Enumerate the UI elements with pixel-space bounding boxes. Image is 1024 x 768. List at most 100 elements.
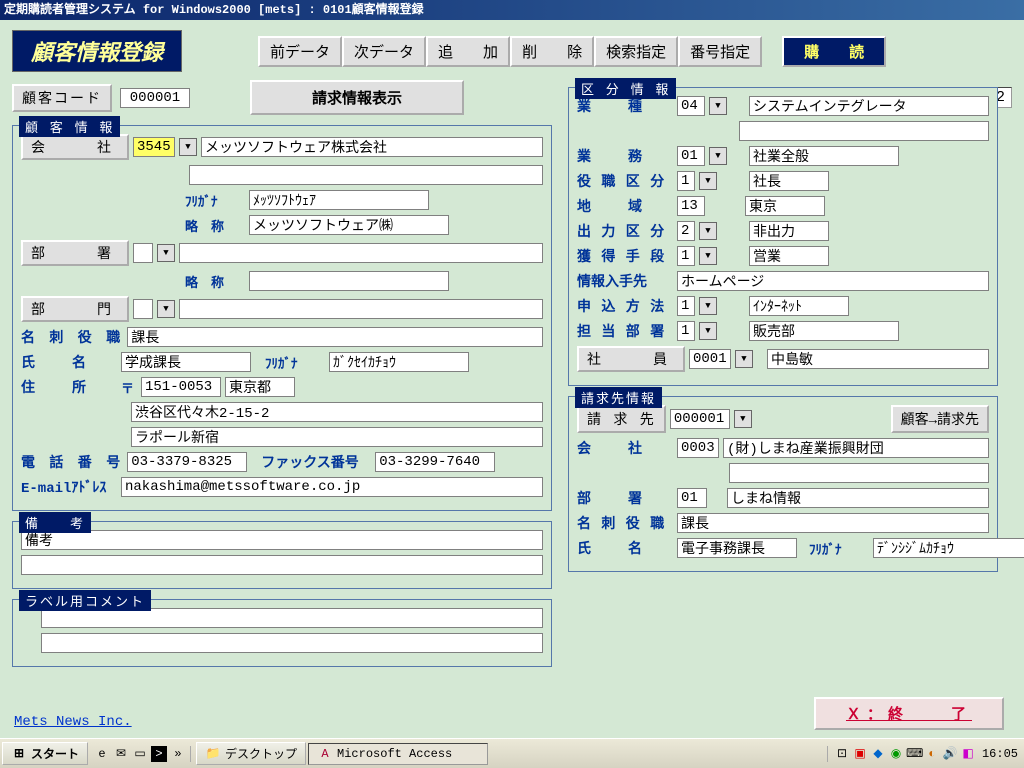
search-button[interactable]: 検索指定 bbox=[594, 36, 678, 67]
kakutoku-label: 獲 得 手 段 bbox=[577, 246, 673, 266]
shain-code-input[interactable] bbox=[689, 349, 731, 369]
bumon-code-input[interactable] bbox=[133, 299, 153, 319]
more-icon[interactable]: » bbox=[170, 746, 186, 762]
bill-dest-button[interactable]: 請 求 先 bbox=[577, 405, 666, 433]
output-input[interactable] bbox=[749, 221, 829, 241]
bill-title-input[interactable] bbox=[677, 513, 989, 533]
remarks-line1-input[interactable] bbox=[21, 530, 543, 550]
cmd-icon[interactable]: > bbox=[151, 746, 167, 762]
taskbar-access-item[interactable]: AMicrosoft Access bbox=[308, 743, 488, 765]
addr2-input[interactable] bbox=[131, 427, 543, 447]
yaku-code-input[interactable] bbox=[677, 171, 695, 191]
tray-icon-2[interactable]: ▣ bbox=[852, 746, 868, 762]
remarks-line2-input[interactable] bbox=[21, 555, 543, 575]
shain-dropdown-icon[interactable]: ▼ bbox=[735, 350, 753, 368]
company-button[interactable]: 会 社 bbox=[21, 134, 129, 160]
kakutoku-code-input[interactable] bbox=[677, 246, 695, 266]
billing-info-button[interactable]: 請求情報表示 bbox=[250, 80, 464, 115]
tray-icon-5[interactable]: ⌨ bbox=[906, 746, 922, 762]
name-furi-input[interactable] bbox=[329, 352, 469, 372]
tel-input[interactable] bbox=[127, 452, 247, 472]
company-name2-input[interactable] bbox=[189, 165, 543, 185]
pref-input[interactable] bbox=[225, 377, 295, 397]
bumon-button[interactable]: 部 門 bbox=[21, 296, 129, 322]
label-line1-input[interactable] bbox=[41, 608, 543, 628]
customer-code-input[interactable] bbox=[120, 88, 190, 108]
yaku-input[interactable] bbox=[749, 171, 829, 191]
industry2-input[interactable] bbox=[739, 121, 989, 141]
moushi-code-input[interactable] bbox=[677, 296, 695, 316]
exit-button[interactable]: Ｘ：終 了 bbox=[814, 697, 1004, 730]
busho-button[interactable]: 部 署 bbox=[21, 240, 129, 266]
add-button[interactable]: 追 加 bbox=[426, 36, 510, 67]
email-input[interactable] bbox=[121, 477, 543, 497]
number-button[interactable]: 番号指定 bbox=[678, 36, 762, 67]
next-data-button[interactable]: 次データ bbox=[342, 36, 426, 67]
subscribe-button[interactable]: 購 読 bbox=[782, 36, 886, 67]
gyomu-input[interactable] bbox=[749, 146, 899, 166]
tray-volume-icon[interactable]: 🔊 bbox=[942, 746, 958, 762]
copy-customer-button[interactable]: 顧客→請求先 bbox=[891, 405, 989, 433]
tanto-input[interactable] bbox=[749, 321, 899, 341]
busho-name-input[interactable] bbox=[179, 243, 543, 263]
bill-code-input[interactable] bbox=[670, 409, 730, 429]
bill-busho-code-input[interactable] bbox=[677, 488, 707, 508]
busho-dropdown-icon[interactable]: ▼ bbox=[157, 244, 175, 262]
busho-abbr-input[interactable] bbox=[249, 271, 449, 291]
ie-icon[interactable]: e bbox=[94, 746, 110, 762]
shain-input[interactable] bbox=[767, 349, 989, 369]
region-input[interactable] bbox=[745, 196, 825, 216]
addr1-input[interactable] bbox=[131, 402, 543, 422]
customer-code-button[interactable]: 顧客コード bbox=[12, 84, 112, 112]
industry-input[interactable] bbox=[749, 96, 989, 116]
yaku-dropdown-icon[interactable]: ▼ bbox=[699, 172, 717, 190]
output-dropdown-icon[interactable]: ▼ bbox=[699, 222, 717, 240]
output-code-input[interactable] bbox=[677, 221, 695, 241]
shain-button[interactable]: 社 員 bbox=[577, 346, 685, 372]
gyomu-dropdown-icon[interactable]: ▼ bbox=[709, 147, 727, 165]
bill-dropdown-icon[interactable]: ▼ bbox=[734, 410, 752, 428]
busho-code-input[interactable] bbox=[133, 243, 153, 263]
footer-link[interactable]: Mets News Inc. bbox=[14, 714, 132, 730]
fax-input[interactable] bbox=[375, 452, 495, 472]
moushi-dropdown-icon[interactable]: ▼ bbox=[699, 297, 717, 315]
bill-furi-input[interactable] bbox=[873, 538, 1024, 558]
tanto-dropdown-icon[interactable]: ▼ bbox=[699, 322, 717, 340]
bumon-name-input[interactable] bbox=[179, 299, 543, 319]
bill-company-input[interactable] bbox=[723, 438, 989, 458]
kakutoku-input[interactable] bbox=[749, 246, 829, 266]
bill-busho-input[interactable] bbox=[727, 488, 989, 508]
industry-code-input[interactable] bbox=[677, 96, 705, 116]
company-furigana-input[interactable] bbox=[249, 190, 429, 210]
tray-icon-1[interactable]: ⊡ bbox=[834, 746, 850, 762]
tray-icon-8[interactable]: ◧ bbox=[960, 746, 976, 762]
bill-company-code-input[interactable] bbox=[677, 438, 719, 458]
start-button[interactable]: ⊞スタート bbox=[2, 742, 88, 765]
company-code-input[interactable] bbox=[133, 137, 175, 157]
company-dropdown-icon[interactable]: ▼ bbox=[179, 138, 197, 156]
moushi-input[interactable] bbox=[749, 296, 849, 316]
tray-icon-6[interactable]: ◐ bbox=[924, 746, 940, 762]
company-name-input[interactable] bbox=[201, 137, 543, 157]
bill-name-input[interactable] bbox=[677, 538, 797, 558]
prev-data-button[interactable]: 前データ bbox=[258, 36, 342, 67]
bill-company2-input[interactable] bbox=[729, 463, 989, 483]
delete-button[interactable]: 削 除 bbox=[510, 36, 594, 67]
kakutoku-dropdown-icon[interactable]: ▼ bbox=[699, 247, 717, 265]
company-abbr-input[interactable] bbox=[249, 215, 449, 235]
industry-dropdown-icon[interactable]: ▼ bbox=[709, 97, 727, 115]
desktop-icon[interactable]: ▭ bbox=[132, 746, 148, 762]
tray-icon-4[interactable]: ◉ bbox=[888, 746, 904, 762]
name-input[interactable] bbox=[121, 352, 251, 372]
taskbar-desktop-item[interactable]: 📁デスクトップ bbox=[196, 742, 306, 765]
outlook-icon[interactable]: ✉ bbox=[113, 746, 129, 762]
tanto-code-input[interactable] bbox=[677, 321, 695, 341]
joho-input[interactable] bbox=[677, 271, 989, 291]
region-code-input[interactable] bbox=[677, 196, 705, 216]
label-line2-input[interactable] bbox=[41, 633, 543, 653]
zip-input[interactable] bbox=[141, 377, 221, 397]
bumon-dropdown-icon[interactable]: ▼ bbox=[157, 300, 175, 318]
gyomu-code-input[interactable] bbox=[677, 146, 705, 166]
position-input[interactable] bbox=[127, 327, 543, 347]
tray-icon-3[interactable]: ◆ bbox=[870, 746, 886, 762]
